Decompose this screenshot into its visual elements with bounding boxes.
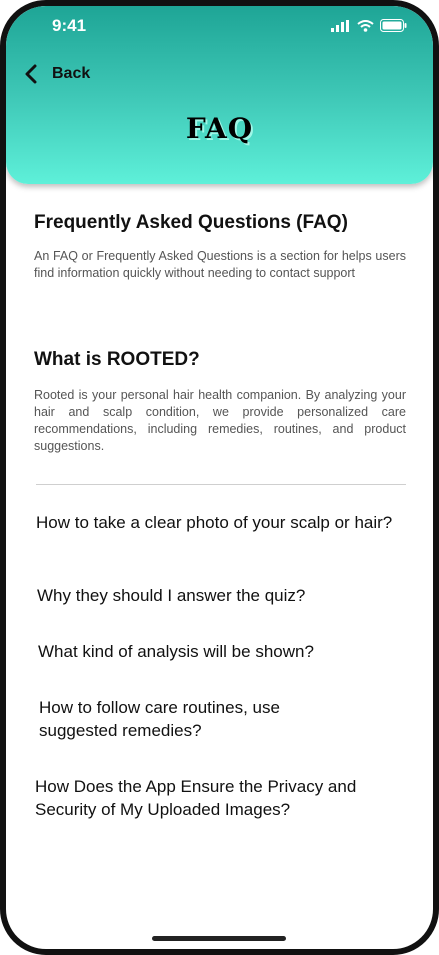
home-indicator[interactable] <box>152 936 286 941</box>
intro-text: An FAQ or Frequently Asked Questions is … <box>34 249 406 280</box>
battery-icon <box>380 19 407 32</box>
faq-question-privacy[interactable]: How Does the App Ensure the Privacy and … <box>35 775 415 821</box>
back-button[interactable]: Back <box>24 64 90 84</box>
intro-section: Frequently Asked Questions (FAQ) An FAQ … <box>34 212 406 282</box>
back-label: Back <box>52 65 91 82</box>
page-title: FAQ <box>185 112 254 145</box>
status-icons <box>331 19 407 32</box>
about-heading: What is ROOTED? <box>34 349 200 370</box>
signal-icon <box>331 19 349 32</box>
faq-question-photo[interactable]: How to take a clear photo of your scalp … <box>36 511 416 534</box>
phone-frame: 9:41 Back FAQ Frequently Asked Questions… <box>0 0 439 955</box>
about-text: Rooted is your personal hair health comp… <box>34 388 406 453</box>
faq-question-quiz[interactable]: Why they should I answer the quiz? <box>37 584 407 607</box>
intro-heading: Frequently Asked Questions (FAQ) <box>34 212 348 233</box>
header: 9:41 Back FAQ <box>6 6 433 184</box>
faq-question-routines[interactable]: How to follow care routines, use suggest… <box>39 696 339 742</box>
divider <box>36 484 406 485</box>
status-time: 9:41 <box>52 16 87 35</box>
wifi-icon <box>357 19 374 32</box>
about-section: What is ROOTED? Rooted is your personal … <box>34 349 406 455</box>
chevron-left-icon <box>25 64 37 84</box>
faq-question-analysis[interactable]: What kind of analysis will be shown? <box>38 640 408 663</box>
